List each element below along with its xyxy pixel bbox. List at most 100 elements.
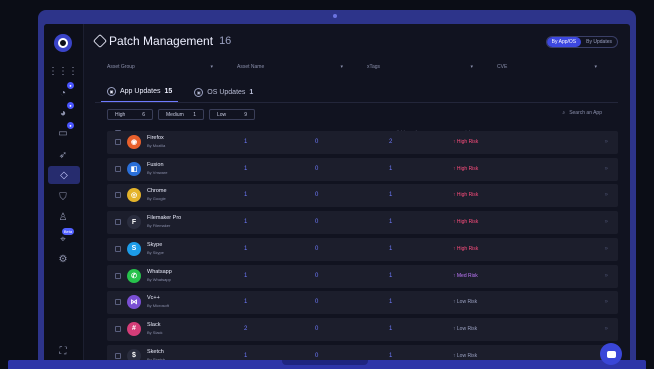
updates-value[interactable]: 1	[389, 299, 392, 305]
chat-button[interactable]	[600, 343, 622, 365]
assets-value[interactable]: 2	[244, 326, 247, 332]
devices-icon[interactable]: ▭ ●	[54, 122, 74, 142]
cves-value[interactable]: 0	[315, 219, 318, 225]
assets-value[interactable]: 1	[244, 299, 247, 305]
page-count: 16	[219, 35, 232, 47]
app-name[interactable]: Skype	[147, 242, 162, 248]
app-name[interactable]: Chrome	[147, 188, 167, 194]
scan-icon[interactable]: ⌖ Beta	[54, 228, 74, 248]
view-toggle[interactable]: By App/OS By Updates	[545, 36, 618, 48]
filter-cve[interactable]: CVE ▾	[497, 64, 597, 70]
updates-value[interactable]: 1	[389, 166, 392, 172]
cves-value[interactable]: 0	[315, 353, 318, 359]
cves-value[interactable]: 0	[315, 273, 318, 279]
filter-asset-group[interactable]: Asset Group ▾	[107, 64, 213, 70]
shield-icon[interactable]: ⛉	[54, 188, 72, 206]
updates-value[interactable]: 1	[389, 326, 392, 332]
row-expand-icon[interactable]: »	[605, 166, 608, 172]
toggle-by-updates[interactable]: By Updates	[581, 37, 617, 47]
updates-value[interactable]: 1	[389, 219, 392, 225]
table-row[interactable]: ✆ Whatsapp By Whatsapp 1 0 1 ↑ Med Risk »	[107, 264, 618, 288]
row-expand-icon[interactable]: »	[605, 273, 608, 279]
assets-value[interactable]: 1	[244, 219, 247, 225]
chat-icon	[606, 350, 616, 358]
row-expand-icon[interactable]: »	[605, 139, 608, 145]
assets-value[interactable]: 1	[244, 166, 247, 172]
table-row[interactable]: F Filemaker Pro By Filemaker 1 0 1 ↑ High Risk…	[107, 211, 618, 235]
row-expand-icon[interactable]: »	[605, 246, 608, 252]
vc-icon: ⋈	[127, 295, 141, 310]
tab-label: App Updates	[120, 88, 161, 95]
table-row[interactable]: # Slack By Slack 2 0 1 ↑ Low Risk »	[107, 317, 618, 341]
row-checkbox[interactable]	[115, 165, 121, 172]
row-checkbox[interactable]	[115, 299, 121, 306]
row-checkbox[interactable]	[115, 272, 121, 279]
table-row[interactable]: S Skype By Skype 1 0 1 ↑ High Risk »	[107, 237, 618, 261]
chip-count: 6	[142, 111, 145, 118]
row-expand-icon[interactable]: »	[605, 299, 608, 305]
cves-value[interactable]: 0	[315, 246, 318, 252]
row-checkbox[interactable]	[115, 352, 121, 359]
row-checkbox[interactable]	[115, 325, 121, 332]
risk-label: Low Risk	[456, 352, 478, 359]
updates-value[interactable]: 2	[389, 139, 392, 145]
app-name[interactable]: Vc++	[147, 295, 160, 301]
patch-management-icon[interactable]: ◇	[48, 166, 80, 184]
updates-value[interactable]: 1	[389, 353, 392, 359]
app-name[interactable]: Whatsapp	[147, 269, 172, 275]
updates-value[interactable]: 1	[389, 192, 392, 198]
expand-icon[interactable]: ⛶	[54, 342, 72, 360]
cves-value[interactable]: 0	[315, 299, 318, 305]
filter-label: Asset Group	[107, 64, 135, 70]
app-name[interactable]: Fusion	[147, 162, 164, 168]
search-input[interactable]: ⌕ Search an App	[562, 110, 602, 116]
chevron-down-icon: ▾	[470, 64, 473, 70]
updates-value[interactable]: 1	[389, 273, 392, 279]
app-name[interactable]: Filemaker Pro	[147, 215, 181, 221]
chip-high[interactable]: High 6	[107, 109, 153, 120]
assets-value[interactable]: 1	[244, 353, 247, 359]
cves-value[interactable]: 0	[315, 166, 318, 172]
alerts-icon[interactable]: ◕ ●	[54, 102, 74, 122]
assets-value[interactable]: 1	[244, 246, 247, 252]
row-checkbox[interactable]	[115, 245, 121, 252]
chip-low[interactable]: Low 9	[209, 109, 255, 120]
assets-value[interactable]: 1	[244, 273, 247, 279]
toggle-by-app[interactable]: By App/OS	[546, 37, 582, 47]
assets-value[interactable]: 1	[244, 139, 247, 145]
tab-app-updates[interactable]: ▣ App Updates 15	[101, 84, 179, 103]
app-name[interactable]: Firefox	[147, 135, 164, 141]
row-expand-icon[interactable]: »	[605, 326, 608, 332]
brand-logo[interactable]	[54, 34, 72, 52]
dashboard-icon[interactable]: ◔ ●	[54, 82, 74, 102]
assets-value[interactable]: 1	[244, 192, 247, 198]
risk-badge: ↑ Low Risk	[453, 352, 478, 359]
sidebar-badge: ●	[67, 122, 74, 129]
chip-medium[interactable]: Medium 1	[158, 109, 204, 120]
row-checkbox[interactable]	[115, 192, 121, 199]
cves-value[interactable]: 0	[315, 326, 318, 332]
table-row[interactable]: ◉ Firefox By Mozilla 1 0 2 ↑ High Risk »	[107, 131, 618, 154]
cves-value[interactable]: 0	[315, 139, 318, 145]
table-row[interactable]: ◧ Fusion By Vmware 1 0 1 ↑ High Risk »	[107, 157, 618, 181]
app-screen: ⋮⋮⋮ ◔ ● ◕ ● ▭ ● ➶ ◇ ⛉ ♙ ⌖ Beta ⚙ ⛶ Patch Man…	[44, 24, 630, 369]
risk-label: Med Risk	[456, 272, 478, 279]
rocket-icon[interactable]: ➶	[54, 146, 72, 164]
app-name[interactable]: Slack	[147, 322, 160, 328]
filter-xtags[interactable]: xTags ▾	[367, 64, 473, 70]
users-icon[interactable]: ♙	[54, 208, 72, 226]
chevron-down-icon: ▾	[210, 64, 213, 70]
grid-icon[interactable]: ⋮⋮⋮	[48, 62, 78, 80]
app-name[interactable]: Sketch	[147, 349, 164, 355]
table-row[interactable]: ⋈ Vc++ By Microsoft 1 0 1 ↑ Low Risk »	[107, 291, 618, 315]
settings-icon[interactable]: ⚙	[54, 250, 72, 268]
tab-os-updates[interactable]: ▣ OS Updates 1	[188, 84, 259, 103]
cves-value[interactable]: 0	[315, 192, 318, 198]
row-expand-icon[interactable]: »	[605, 192, 608, 198]
row-expand-icon[interactable]: »	[605, 219, 608, 225]
table-row[interactable]: ◎ Chrome By Google 1 0 1 ↑ High Risk »	[107, 184, 618, 208]
row-checkbox[interactable]	[115, 139, 121, 145]
filter-asset-name[interactable]: Asset Name ▾	[237, 64, 343, 70]
updates-value[interactable]: 1	[389, 246, 392, 252]
row-checkbox[interactable]	[115, 219, 121, 226]
